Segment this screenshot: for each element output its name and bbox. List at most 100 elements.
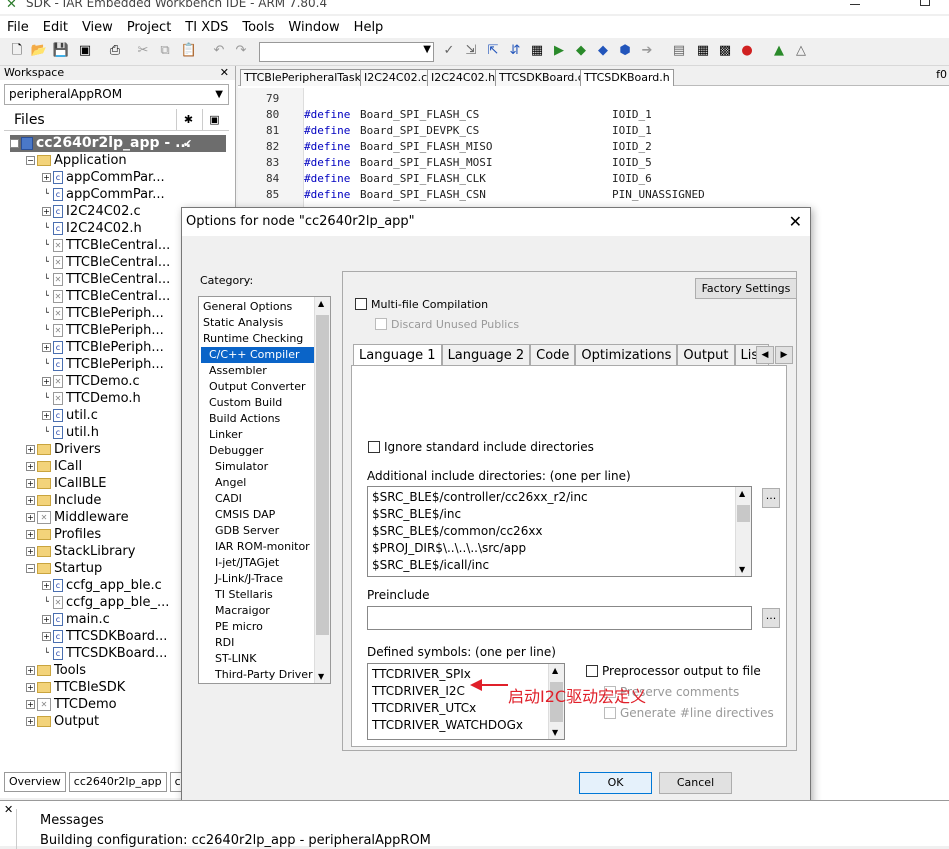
include-dir-item[interactable]: $SRC_BLE$/controller/cc26xx_r2/inc — [372, 489, 588, 506]
category-scrollbar[interactable]: ▲ ▼ — [314, 297, 330, 683]
code-line[interactable]: #define Board_SPI_DEVPK_CS IOID_1 — [304, 124, 652, 137]
preinclude-browse-button[interactable]: ... — [762, 608, 780, 628]
find-next-icon[interactable]: ⇲ — [462, 42, 480, 60]
tree-item[interactable]: └ c TTCSDKBoard... — [42, 645, 167, 662]
cut-icon[interactable]: ✂ — [134, 42, 152, 60]
include-dir-item[interactable]: $SRC_BLE$/common/cc26xx — [372, 523, 543, 540]
include-dir-item[interactable]: $SRC_BLE$/icall/inc — [372, 557, 489, 574]
tree-item[interactable]: └ ✕ TTCBleCentral... — [42, 254, 170, 271]
menu-ti-xds[interactable]: TI XDS — [178, 20, 235, 35]
category-item[interactable]: Linker — [201, 427, 314, 443]
tab-project[interactable]: cc2640r2lp_app — [68, 772, 167, 792]
menu-edit[interactable]: Edit — [36, 20, 75, 35]
category-item[interactable]: J-Link/J-Trace — [201, 571, 314, 587]
discard-unused-checkbox[interactable] — [375, 318, 387, 330]
category-item[interactable]: RDI — [201, 635, 314, 651]
breakpoint-icon[interactable]: ● — [738, 42, 756, 60]
expand-icon[interactable]: + — [42, 615, 51, 624]
close-icon[interactable]: ✕ — [220, 66, 229, 79]
collapse-icon[interactable]: − — [26, 156, 35, 165]
tree-item[interactable]: └ c appCommPar... — [42, 186, 165, 203]
tab-i2c24c02-h[interactable]: I2C24C02.h — [427, 69, 500, 86]
tree-item[interactable]: + ✕ TTCDemo — [26, 696, 117, 713]
minimize-button[interactable] — [850, 4, 860, 5]
tab-ttcsdkboard-h[interactable]: TTCSDKBoard.h — [580, 69, 674, 86]
tab-output[interactable]: Output — [677, 344, 735, 366]
scroll-up-icon[interactable]: ▲ — [318, 299, 324, 308]
tree-item[interactable]: + c I2C24C02.c — [42, 203, 141, 220]
expand-icon[interactable]: + — [26, 547, 35, 556]
scroll-down-icon[interactable]: ▼ — [552, 728, 558, 737]
code-line[interactable]: #define Board_SPI_FLASH_MOSI IOID_5 — [304, 156, 652, 169]
scroll-thumb[interactable] — [316, 315, 329, 635]
open-icon[interactable]: 📂 — [30, 42, 48, 60]
code-line[interactable]: #define Board_SPI_FLASH_CS IOID_1 — [304, 108, 652, 121]
function-indicator[interactable]: f0 — [936, 68, 947, 81]
category-item[interactable]: Custom Build — [201, 395, 314, 411]
expand-icon[interactable]: + — [26, 496, 35, 505]
tree-item[interactable]: + ICallBLE — [26, 475, 106, 492]
tree-item[interactable]: + StackLibrary — [26, 543, 135, 560]
prev-bookmark-icon[interactable]: ◆ — [594, 42, 612, 60]
category-item[interactable]: CADI — [201, 491, 314, 507]
category-item[interactable]: Macraigor — [201, 603, 314, 619]
leaf-line-icon[interactable]: └ — [42, 598, 51, 607]
include-dir-item[interactable]: $SRC_BLE$/inc — [372, 506, 461, 523]
config-column-icon[interactable]: ▣ — [202, 109, 226, 131]
tab-ttcbleperipheraltask-c[interactable]: TTCBlePeripheralTask.c — [240, 69, 375, 86]
include-dirs-list[interactable]: $SRC_BLE$/controller/cc26xx_r2/inc $SRC_B… — [367, 486, 752, 577]
include-scrollbar[interactable]: ▲ ▼ — [735, 487, 751, 576]
collapse-icon[interactable]: − — [10, 138, 19, 148]
defined-symbol-item[interactable]: TTCDRIVER_I2C — [372, 683, 465, 700]
status-column-icon[interactable]: ✱ — [176, 109, 200, 131]
debug-no-download-icon[interactable]: △ — [792, 42, 810, 60]
redo-icon[interactable]: ↷ — [232, 42, 250, 60]
ok-button[interactable]: OK — [579, 772, 652, 794]
paste-icon[interactable]: 📋 — [180, 42, 198, 60]
expand-icon[interactable]: + — [26, 700, 35, 709]
scroll-down-icon[interactable]: ▼ — [318, 672, 324, 681]
close-icon[interactable]: ✕ — [4, 803, 13, 816]
tree-item[interactable]: └ ✕ TTCBleCentral... — [42, 271, 170, 288]
tab-ttcsdkboard-c[interactable]: TTCSDKBoard.c — [495, 69, 588, 86]
leaf-line-icon[interactable]: └ — [42, 360, 51, 369]
tab-language-2[interactable]: Language 2 — [441, 344, 531, 366]
tree-item[interactable]: + c main.c — [42, 611, 110, 628]
menu-file[interactable]: File — [0, 20, 36, 35]
leaf-line-icon[interactable]: └ — [42, 428, 51, 437]
tab-optimizations[interactable]: Optimizations — [575, 344, 678, 366]
tree-item[interactable]: + Profiles — [26, 526, 101, 543]
expand-icon[interactable]: + — [26, 666, 35, 675]
tree-item[interactable]: + ✕ Middleware — [26, 509, 129, 526]
maximize-button[interactable] — [920, 0, 930, 6]
leaf-line-icon[interactable]: └ — [42, 275, 51, 284]
expand-icon[interactable]: + — [42, 411, 51, 420]
print-icon[interactable]: ⎙ — [106, 42, 124, 60]
tree-item[interactable]: + c TTCSDKBoard... — [42, 628, 167, 645]
tree-item[interactable]: └ ✕ TTCBleCentral... — [42, 288, 170, 305]
scroll-up-icon[interactable]: ▲ — [739, 489, 745, 498]
category-item[interactable]: General Options — [201, 299, 314, 315]
save-icon[interactable]: 💾 — [52, 42, 70, 60]
leaf-line-icon[interactable]: └ — [42, 241, 51, 250]
factory-settings-button[interactable]: Factory Settings — [695, 278, 797, 299]
category-item[interactable]: Static Analysis — [201, 315, 314, 331]
forward-icon[interactable]: ➔ — [638, 42, 656, 60]
category-item[interactable]: I-jet/JTAGjet — [201, 555, 314, 571]
tree-item[interactable]: + TTCBleSDK — [26, 679, 125, 696]
preinclude-input[interactable] — [367, 606, 752, 630]
category-item[interactable]: IAR ROM-monitor — [201, 539, 314, 555]
include-browse-button[interactable]: ... — [762, 488, 780, 508]
leaf-line-icon[interactable]: └ — [42, 258, 51, 267]
category-item[interactable]: CMSIS DAP — [201, 507, 314, 523]
tree-item[interactable]: + c appCommPar... — [42, 169, 165, 186]
expand-icon[interactable]: + — [26, 462, 35, 471]
expand-icon[interactable]: + — [26, 513, 35, 522]
tree-item[interactable]: + c TTCBlePeriph... — [42, 339, 164, 356]
tree-item[interactable]: − Startup — [26, 560, 102, 577]
tab-i2c24c02-c[interactable]: I2C24C02.c — [360, 69, 432, 86]
menu-tools[interactable]: Tools — [235, 20, 281, 35]
tree-item[interactable]: + Drivers — [26, 441, 101, 458]
category-item[interactable]: Debugger — [201, 443, 314, 459]
leaf-line-icon[interactable]: └ — [42, 309, 51, 318]
